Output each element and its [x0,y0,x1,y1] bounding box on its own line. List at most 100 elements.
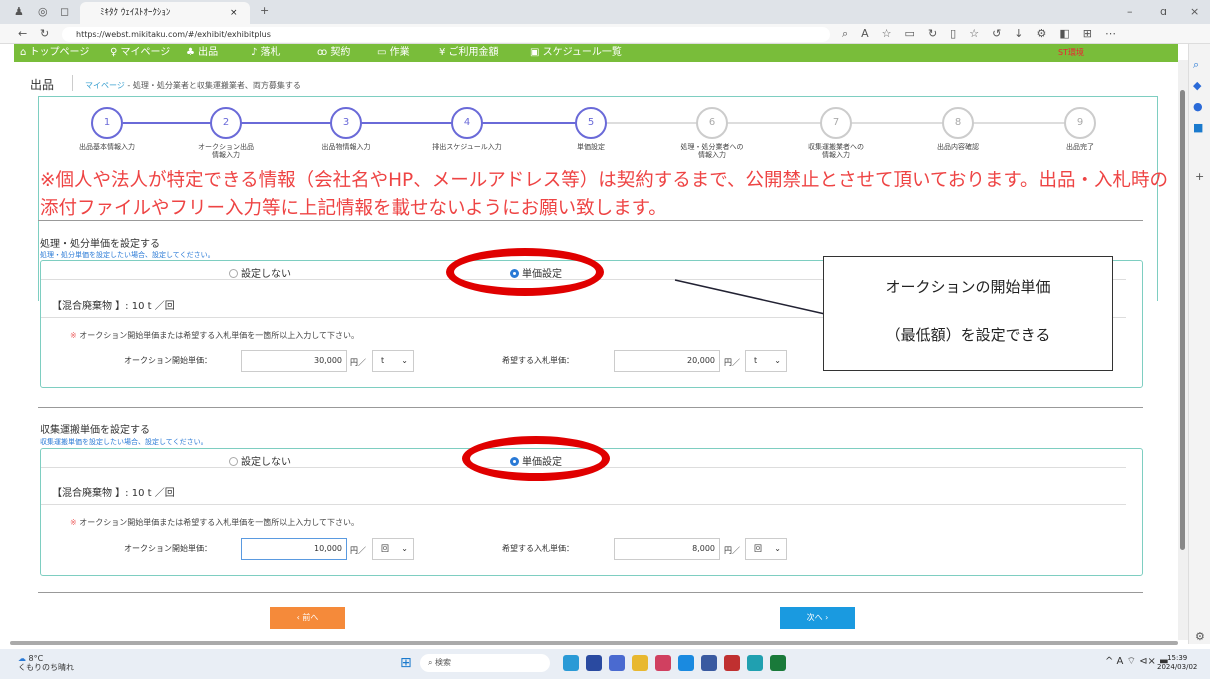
back-icon[interactable]: ← [18,27,27,41]
address-bar[interactable]: https://webst.mikitaku.com/#/exhibit/exh… [62,27,830,42]
title-divider [72,75,73,91]
app-icon[interactable] [701,655,717,671]
step-2-circle: 2 [210,107,242,139]
search-icon: ⌕ [428,658,433,667]
nav-top[interactable]: ⌂ トップページ [20,44,89,62]
browser-toolbar-icons[interactable]: ⌕A☆▭↻▯☆↺↓⚙◧⊞⋯ [842,27,1129,41]
start-icon[interactable]: ⊞ [400,655,412,671]
horizontal-scrollbar[interactable] [10,641,1178,645]
nav-mypage[interactable]: ♀ マイページ [110,44,170,62]
callout-line2: （最低額）を設定できる [885,326,1051,344]
step-5-circle: 5 [575,107,607,139]
step-4-label: 排出スケジュール入力 [432,143,502,151]
refresh-icon[interactable]: ↻ [40,27,49,41]
app-icon[interactable] [586,655,602,671]
step-2-label: オークション出品 情報入力 [198,143,254,159]
url-text: https://webst.mikitaku.com/#/exhibit/exh… [76,30,271,39]
clock[interactable]: 15:39 2024/03/02 [1157,654,1197,672]
collection-hope-label: 希望する入札単価： [502,544,574,553]
close-window-button[interactable]: × [1190,5,1199,19]
callout-line1: オークションの開始単価 [885,278,1051,296]
weather-widget[interactable]: ☁ 8°C くもりのち晴れ [18,654,74,672]
settings-icon[interactable]: ⚙ [1195,630,1205,644]
step-8-circle: 8 [942,107,974,139]
chevron-down-icon: ⌄ [774,544,781,553]
file-explorer-icon[interactable] [632,655,648,671]
select-value: 回 [381,544,389,553]
onedrive-icon[interactable] [678,655,694,671]
step-3-circle: 3 [330,107,362,139]
excel-icon[interactable] [770,655,786,671]
collection-item: 【混合廃棄物 】: 10 t ／回 [52,488,175,499]
callout-pointer-line [674,279,826,315]
collection-start-select[interactable]: 回 ⌄ [372,538,414,560]
step-4-circle: 4 [451,107,483,139]
breadcrumb-mypage[interactable]: マイページ [85,81,125,90]
weather-text: くもりのち晴れ [18,663,74,672]
search-icon[interactable]: ⌕ [1193,58,1199,72]
divider [38,592,1143,593]
unit-label: 円／ [724,358,740,367]
disposal-heading: 処理・処分単価を設定する [40,239,160,250]
restore-button[interactable]: ɑ [1160,5,1167,19]
chevron-down-icon: ⌄ [401,544,408,553]
disposal-hope-label: 希望する入札単価： [502,356,574,365]
taskbar-search[interactable]: ⌕ 検索 [420,654,550,672]
nav-bid[interactable]: ♪ 落札 [251,44,281,62]
nav-work[interactable]: ▭ 作業 [377,44,410,62]
disposal-start-input[interactable]: 30,000 [241,350,347,372]
breadcrumb-current: - 処理・処分業者と収集運搬業者、両方募集する [124,81,301,90]
profile-icon[interactable]: ♟ [14,5,24,19]
step-1-label: 出品基本情報入力 [79,143,135,151]
disposal-hope-select[interactable]: t ⌄ [745,350,787,372]
disposal-hope-input[interactable]: 20,000 [614,350,720,372]
note-text: オークション開始単価または希望する入札単価を一箇所以上入力して下さい。 [76,331,360,340]
collection-hope-select[interactable]: 回 ⌄ [745,538,787,560]
nav-schedule[interactable]: ▣ スケジュール一覧 [530,44,622,62]
next-button[interactable]: 次へ › [780,607,855,629]
app-icon[interactable] [563,655,579,671]
prev-button[interactable]: ‹ 前へ [270,607,345,629]
app-icon[interactable] [609,655,625,671]
collection-radio-none[interactable]: 設定しない [229,453,291,468]
page-title: 出品 [30,78,55,92]
env-badge: ST環境 [1058,48,1084,57]
step-5-label: 単価設定 [577,143,605,151]
note-text: オークション開始単価または希望する入札単価を一箇所以上入力して下さい。 [76,518,360,527]
browser-tab[interactable]: ﾐｷﾀｸ ｳｪｲｽﾄｵｰｸｼｮﾝ × [80,2,250,24]
warning-text: ※個人や法人が特定できる情報（会社名やHP、メールアドレス等）は契約するまで、公… [40,170,1169,219]
nav-usage-amount[interactable]: ¥ ご利用金額 [439,44,499,62]
tools-icon[interactable]: ● [1193,100,1203,114]
unit-label: 円／ [724,546,740,555]
disposal-radio-none[interactable]: 設定しない [229,265,291,280]
collection-hope-input[interactable]: 8,000 [614,538,720,560]
minimize-button[interactable]: – [1127,5,1133,19]
chevron-down-icon: ⌄ [774,356,781,365]
disposal-start-select[interactable]: t ⌄ [372,350,414,372]
divider [41,504,1126,505]
edge-icon[interactable] [747,655,763,671]
select-value: 回 [754,544,762,553]
nav-exhibit[interactable]: ♣ 出品 [186,44,218,62]
taskbar [0,649,1210,679]
nav-contract[interactable]: ꝏ 契約 [317,44,350,62]
breadcrumb: マイページ - 処理・処分業者と収集運搬業者、両方募集する [85,80,301,91]
search-placeholder: 検索 [435,658,452,667]
add-icon[interactable]: + [1195,170,1204,184]
step-7-label: 収集運搬業者への 情報入力 [808,143,864,159]
tab-title: ﾐｷﾀｸ ｳｪｲｽﾄｵｰｸｼｮﾝ [100,8,171,18]
app-icon[interactable] [724,655,740,671]
divider [38,407,1143,408]
scrollbar-thumb[interactable] [1180,90,1185,550]
weather-icon: ☁ [18,654,26,663]
new-tab-button[interactable]: + [260,4,269,18]
close-tab-icon[interactable]: × [230,2,238,24]
tab-actions-icon[interactable]: ◻ [60,5,69,19]
workspaces-icon[interactable]: ◎ [38,5,48,19]
app-icon[interactable] [655,655,671,671]
shopping-icon[interactable]: ◆ [1193,79,1201,93]
collection-subtext: 収集運搬単価を設定したい場合、設定してください。 [40,438,208,446]
outlook-icon[interactable]: ■ [1193,121,1203,135]
collection-note: ※ オークション開始単価または希望する入札単価を一箇所以上入力して下さい。 [70,517,359,528]
collection-start-input[interactable]: 10,000 [241,538,347,560]
